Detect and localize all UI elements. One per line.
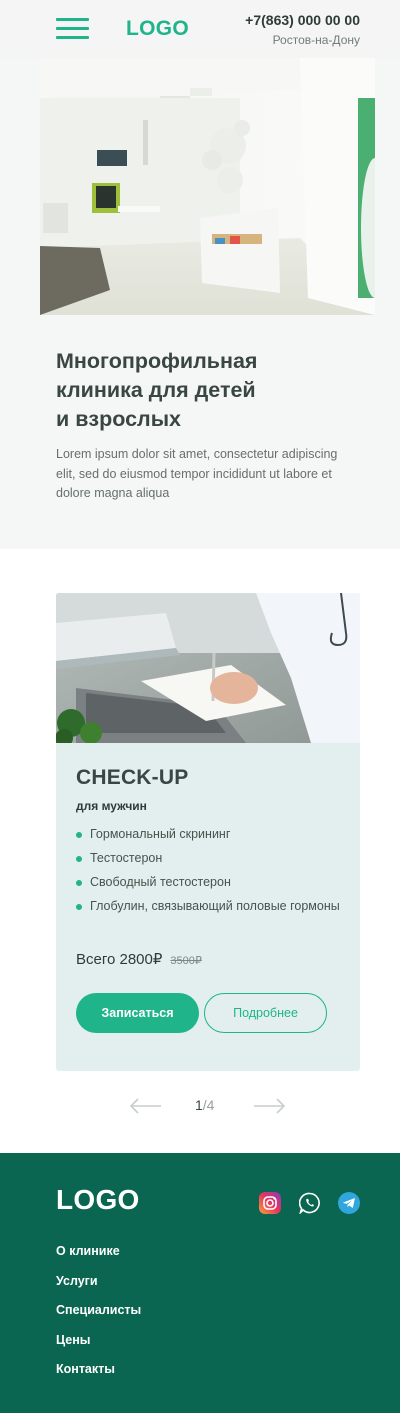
book-button[interactable]: Записаться: [76, 993, 199, 1033]
hero-image: [40, 58, 375, 315]
old-price: 3500₽: [170, 955, 202, 967]
page-counter: 1/4: [195, 1097, 214, 1113]
card-title: CHECK-UP: [76, 766, 189, 789]
hero-title-line: и взрослых: [56, 407, 182, 431]
footer-nav-prices[interactable]: Цены: [56, 1331, 141, 1361]
feature-list: Гормональный скрининг Тестостерон Свобод…: [76, 825, 346, 921]
header-phone[interactable]: +7(863) 000 00 00: [245, 12, 360, 28]
arrow-right-icon[interactable]: [253, 1098, 285, 1114]
footer-nav-services[interactable]: Услуги: [56, 1272, 141, 1302]
price-row: Всего 2800₽ 3500₽: [76, 950, 202, 968]
card-subtitle: для мужчин: [76, 799, 147, 813]
hero-title-line: Многопрофильная: [56, 349, 258, 373]
whatsapp-icon[interactable]: [299, 1192, 321, 1214]
footer-nav-contacts[interactable]: Контакты: [56, 1360, 141, 1390]
header-logo[interactable]: LOGO: [126, 17, 189, 41]
header-city: Ростов-на-Дону: [272, 33, 360, 47]
price: Всего 2800₽: [76, 951, 163, 968]
site-header: LOGO +7(863) 000 00 00 Ростов-на-Дону: [0, 0, 400, 58]
card-image: [56, 593, 360, 747]
feature-item: Тестостерон: [76, 849, 346, 868]
footer-logo[interactable]: LOGO: [56, 1184, 140, 1216]
site-footer: LOGO О клинике Услуги Специалисты Цены К…: [0, 1153, 400, 1413]
hero-title: Многопрофильная клиника для детей и взро…: [56, 347, 356, 434]
page-total: /4: [202, 1097, 215, 1113]
footer-nav-specialists[interactable]: Специалисты: [56, 1301, 141, 1331]
footer-nav: О клинике Услуги Специалисты Цены Контак…: [56, 1242, 141, 1390]
hero-description: Lorem ipsum dolor sit amet, consectetur …: [56, 447, 338, 500]
service-card: CHECK-UP для мужчин Гормональный скринин…: [56, 593, 360, 1071]
page-current: 1: [195, 1097, 203, 1113]
footer-nav-about[interactable]: О клинике: [56, 1242, 141, 1272]
feature-item: Гормональный скрининг: [76, 825, 346, 844]
card-pager: 1/4: [130, 1094, 285, 1118]
feature-item: Свободный тестостерон: [76, 873, 346, 892]
details-button[interactable]: Подробнее: [204, 993, 327, 1033]
telegram-icon[interactable]: [338, 1192, 360, 1214]
feature-item: Глобулин, связывающий половые гормоны: [76, 897, 346, 916]
hamburger-icon[interactable]: [56, 18, 89, 40]
instagram-icon[interactable]: [259, 1192, 281, 1214]
arrow-left-icon[interactable]: [130, 1098, 162, 1114]
hero-title-line: клиника для детей: [56, 378, 256, 402]
